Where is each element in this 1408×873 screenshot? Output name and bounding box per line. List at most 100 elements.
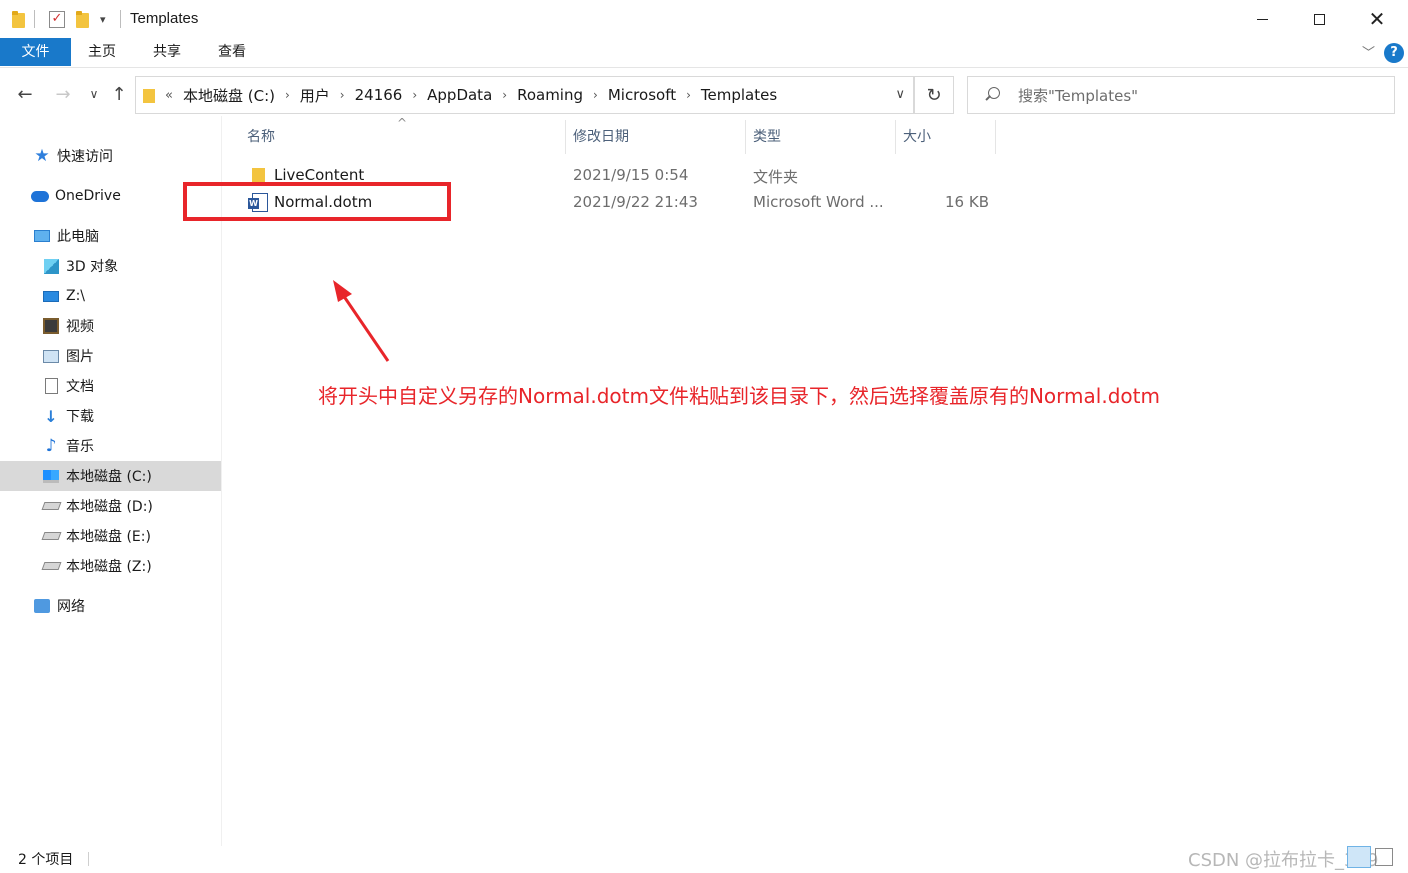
search-placeholder: 搜索"Templates" (1018, 86, 1139, 105)
navigation-pane: ★ 快速访问 OneDrive 此电脑 3D 对象 Z:\ 视频 图片 文档 ↓… (0, 116, 222, 846)
minimize-button[interactable] (1233, 0, 1291, 38)
chevron-right-icon[interactable]: › (593, 88, 598, 102)
sidebar-item-network[interactable]: 网络 (0, 591, 221, 621)
sidebar-item-quick-access[interactable]: ★ 快速访问 (0, 141, 221, 171)
search-icon (984, 87, 1000, 103)
annotation-text: 将开头中自定义另存的Normal.dotm文件粘贴到该目录下，然后选择覆盖原有的… (318, 384, 1160, 408)
sidebar-item-label: 此电脑 (57, 229, 99, 245)
sidebar-item-this-pc[interactable]: 此电脑 (0, 221, 221, 251)
column-header-size[interactable]: 大小 (903, 126, 931, 148)
refresh-button[interactable]: ↻ (914, 76, 954, 114)
column-divider[interactable] (565, 120, 566, 154)
sidebar-item-label: 本地磁盘 (Z:) (66, 559, 152, 575)
sidebar-item-music[interactable]: ♪ 音乐 (0, 431, 221, 461)
column-divider[interactable] (745, 120, 746, 154)
sidebar-item-label: 本地磁盘 (E:) (66, 529, 151, 545)
music-icon: ♪ (45, 436, 57, 456)
address-dropdown-button[interactable]: ∨ (895, 87, 905, 102)
chevron-right-icon[interactable]: › (340, 88, 345, 102)
breadcrumb-item[interactable]: Roaming (517, 86, 583, 104)
status-bar: 2 个项目 CSDN @拉布拉卡_379 (0, 846, 1408, 873)
divider (120, 10, 121, 28)
tab-share[interactable]: 共享 (153, 38, 181, 66)
column-divider[interactable] (995, 120, 996, 154)
new-folder-icon[interactable] (76, 8, 89, 30)
breadcrumb-item[interactable]: Templates (701, 86, 777, 104)
sidebar-item-documents[interactable]: 文档 (0, 371, 221, 401)
back-button[interactable]: ← (13, 82, 37, 106)
drive-icon (41, 557, 61, 575)
divider (88, 852, 89, 866)
sidebar-item-label: 下载 (66, 409, 94, 425)
sidebar-item-z-drive[interactable]: Z:\ (0, 281, 221, 311)
close-icon: ✕ (1368, 7, 1386, 31)
star-icon: ★ (34, 146, 50, 166)
chevron-right-icon[interactable]: › (502, 88, 507, 102)
help-icon[interactable]: ? (1384, 43, 1404, 63)
annotation-highlight-box (183, 182, 451, 221)
film-icon (42, 317, 60, 335)
window-folder-icon (12, 8, 25, 30)
sidebar-item-label: 本地磁盘 (D:) (66, 499, 153, 515)
computer-icon (33, 227, 51, 245)
file-type: Microsoft Word ... (753, 193, 884, 211)
file-modified: 2021/9/22 21:43 (573, 193, 698, 211)
column-header-modified[interactable]: 修改日期 (573, 126, 629, 148)
file-list-view: ^ 名称 修改日期 类型 大小 LiveContent 2021/9/15 0:… (223, 116, 1408, 846)
search-input[interactable]: 搜索"Templates" (967, 76, 1395, 114)
close-button[interactable]: ✕ (1348, 0, 1406, 38)
sidebar-item-label: Z:\ (66, 288, 86, 304)
sidebar-item-label: 文档 (66, 379, 94, 395)
customize-toolbar-dropdown[interactable]: ▾ (100, 8, 106, 30)
item-count: 2 个项目 (18, 852, 74, 868)
address-bar[interactable]: « 本地磁盘 (C:) › 用户 › 24166 › AppData › Roa… (135, 76, 914, 114)
title-bar: ✓ ▾ Templates ✕ (0, 0, 1408, 38)
ribbon: 文件 主页 共享 查看 ﹀ ? (0, 38, 1408, 68)
file-modified: 2021/9/15 0:54 (573, 166, 689, 184)
forward-button[interactable]: → (51, 82, 75, 106)
breadcrumb-item[interactable]: AppData (427, 86, 492, 104)
sidebar-item-local-disk-z[interactable]: 本地磁盘 (Z:) (0, 551, 221, 581)
sidebar-item-label: OneDrive (55, 188, 121, 204)
network-icon (33, 597, 51, 615)
tab-view[interactable]: 查看 (218, 38, 246, 66)
tab-file[interactable]: 文件 (0, 38, 71, 66)
up-button[interactable]: ↑ (107, 82, 131, 106)
column-header-name[interactable]: 名称 (247, 126, 275, 148)
maximize-icon (1313, 13, 1325, 25)
breadcrumb-item[interactable]: 用户 (300, 85, 330, 106)
sidebar-item-local-disk-d[interactable]: 本地磁盘 (D:) (0, 491, 221, 521)
recent-locations-button[interactable]: ∨ (82, 82, 106, 106)
sidebar-item-label: 网络 (57, 599, 85, 615)
tab-home[interactable]: 主页 (88, 38, 116, 66)
maximize-button[interactable] (1290, 0, 1348, 38)
download-icon: ↓ (44, 406, 58, 426)
breadcrumb-item[interactable]: Microsoft (608, 86, 676, 104)
sidebar-item-local-disk-c[interactable]: 本地磁盘 (C:) (0, 461, 221, 491)
details-view-button[interactable] (1347, 846, 1371, 868)
sidebar-item-local-disk-e[interactable]: 本地磁盘 (E:) (0, 521, 221, 551)
column-header-type[interactable]: 类型 (753, 126, 781, 148)
properties-icon[interactable]: ✓ (49, 8, 65, 30)
breadcrumb-overflow-button[interactable]: « (165, 88, 173, 103)
sidebar-item-pictures[interactable]: 图片 (0, 341, 221, 371)
sidebar-item-3d-objects[interactable]: 3D 对象 (0, 251, 221, 281)
chevron-right-icon[interactable]: › (686, 88, 691, 102)
chevron-right-icon[interactable]: › (412, 88, 417, 102)
file-size: 16 KB (945, 193, 989, 211)
drive-icon (41, 527, 61, 545)
sidebar-item-label: 本地磁盘 (C:) (66, 469, 152, 485)
column-divider[interactable] (895, 120, 896, 154)
expand-ribbon-chevron-icon[interactable]: ﹀ (1362, 42, 1375, 61)
chevron-right-icon[interactable]: › (285, 88, 290, 102)
sidebar-item-videos[interactable]: 视频 (0, 311, 221, 341)
sidebar-item-label: 图片 (66, 349, 94, 365)
sidebar-item-label: 视频 (66, 319, 94, 335)
breadcrumb-item[interactable]: 24166 (355, 86, 403, 104)
file-type: 文件夹 (753, 168, 799, 186)
minimize-icon (1256, 18, 1268, 20)
large-icons-view-button[interactable] (1375, 848, 1393, 866)
picture-icon (42, 347, 60, 365)
sidebar-item-downloads[interactable]: ↓ 下载 (0, 401, 221, 431)
breadcrumb-item[interactable]: 本地磁盘 (C:) (183, 85, 275, 106)
